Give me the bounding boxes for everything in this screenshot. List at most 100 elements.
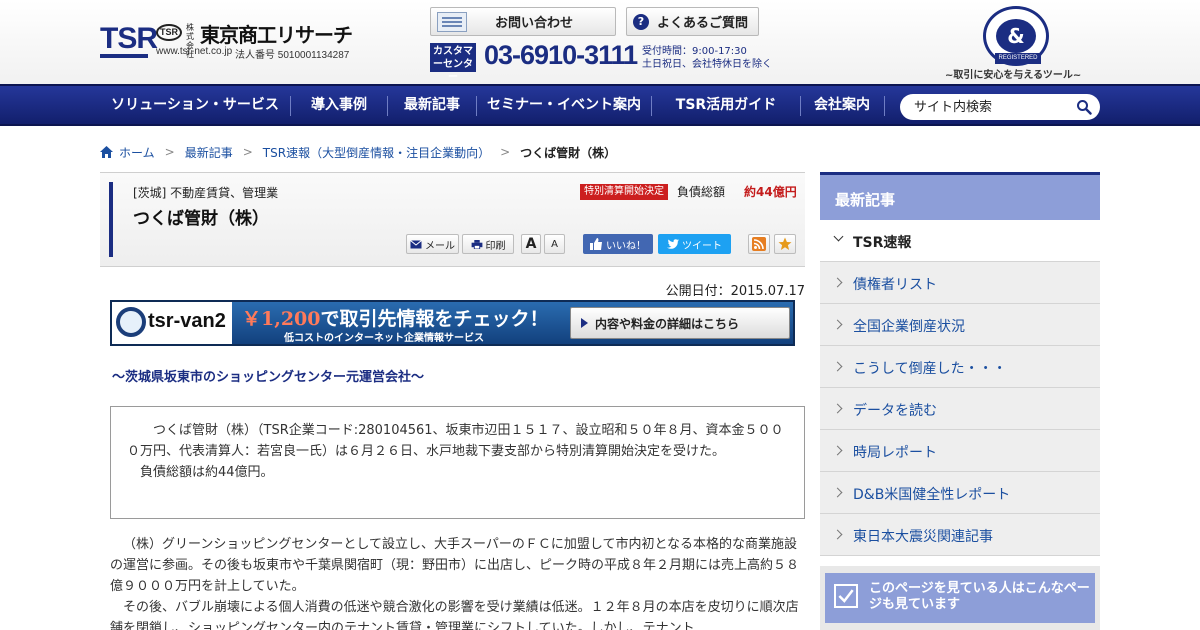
breadcrumb-tsr-flash[interactable]: TSR速報（大型倒産情報・注目企業動向） <box>263 144 490 161</box>
sidebar-item-current-report[interactable]: 時局レポート <box>820 430 1100 472</box>
debt-label: 負債総額 <box>677 185 726 199</box>
favorite-button[interactable] <box>774 234 796 254</box>
sidebar-item-tsr-flash[interactable]: TSR速報 <box>820 220 1100 262</box>
debt-value: 約44億円 <box>744 185 797 199</box>
company-mark: TSR <box>156 24 182 41</box>
nav-tsr-guide[interactable]: TSR活用ガイド <box>652 86 800 124</box>
article-header: [茨城] 不動産賃貸、管理業 つくば管財（株） 特別清算開始決定 負債総額 約4… <box>100 172 805 267</box>
chevron-right-icon: > <box>500 145 511 159</box>
chevron-down-icon <box>833 231 844 242</box>
support-hours: 受付時間：9:00-17:30 土日祝日、会社特休日を除く <box>642 45 772 71</box>
chevron-right-icon <box>832 403 843 414</box>
status-badge: 特別清算開始決定 <box>580 184 668 200</box>
font-size-small-button[interactable]: A <box>544 234 565 254</box>
site-search <box>900 94 1100 120</box>
question-icon: ? <box>633 13 649 30</box>
tsr-van2-globe-icon <box>116 307 146 337</box>
faq-label: よくあるご質問 <box>657 16 749 31</box>
dnb-registered-label: REGISTERED <box>995 53 1041 64</box>
sidebar-item-bankruptcy-status[interactable]: 全国企業倒産状況 <box>820 304 1100 346</box>
company-name[interactable]: 東京商工リサーチ <box>200 19 353 48</box>
customer-center-label: カスタマーセンター <box>430 43 476 83</box>
tsr-van2-logo: tsr-van2 <box>112 302 232 344</box>
published-date: 公開日付：2015.07.17 <box>665 284 805 299</box>
faq-button[interactable]: ? よくあるご質問 <box>626 7 759 36</box>
sidebar-item-label: 東日本大震災関連記事 <box>853 529 993 545</box>
hours-line-1: 受付時間：9:00-17:30 <box>642 46 747 57</box>
tsr-logo[interactable]: TSR <box>100 22 158 56</box>
mail-button[interactable]: メール <box>406 234 459 254</box>
chevron-right-icon: > <box>164 145 175 159</box>
tweet-button[interactable]: ツイート <box>658 234 731 254</box>
search-icon[interactable] <box>1076 99 1092 115</box>
like-label: いいね！ <box>606 240 646 252</box>
chevron-right-icon <box>832 529 843 540</box>
article-lead: ～茨城県坂東市のショッピングセンター元運営会社～ <box>112 370 425 385</box>
sidebar-item-label: D&B米国健全性レポート <box>853 487 1011 503</box>
chevron-right-icon <box>832 277 843 288</box>
mail-icon <box>410 239 422 248</box>
nav-divider <box>884 96 885 116</box>
mail-label: メール <box>425 240 455 252</box>
sidebar-item-label: 債権者リスト <box>853 277 937 293</box>
banner-price: ￥1,200 <box>242 308 321 330</box>
sidebar-title: 最新記事 <box>820 172 1100 220</box>
related-pages-title: このページを見ている人はこんなページも見ています <box>869 581 1090 612</box>
facebook-like-button[interactable]: いいね！ <box>583 234 653 254</box>
article-summary: つくば管財（株）（TSR企業コード:280104561、坂東市辺田１５１７、設立… <box>110 406 805 519</box>
rss-button[interactable] <box>748 234 770 254</box>
banner-subtitle: 低コストのインターネット企業情報サービス <box>284 333 484 344</box>
twitter-icon <box>667 239 679 249</box>
sidebar-item-label: データを読む <box>853 403 937 419</box>
print-icon <box>471 239 482 249</box>
body-paragraph: その後、バブル崩壊による個人消費の低迷や競合激化の影響を受け業績は低迷。１２年８… <box>110 600 799 630</box>
nav-case-studies[interactable]: 導入事例 <box>291 86 387 124</box>
dnb-ampersand: & <box>996 19 1036 53</box>
chevron-right-icon <box>832 361 843 372</box>
chevron-right-icon <box>832 445 843 456</box>
tweet-label: ツイート <box>682 240 722 252</box>
sidebar-item-creditor-list[interactable]: 債権者リスト <box>820 262 1100 304</box>
sidebar-item-dnb-report[interactable]: D&B米国健全性レポート <box>820 472 1100 514</box>
sidebar-item-earthquake[interactable]: 東日本大震災関連記事 <box>820 514 1100 556</box>
nav-solutions[interactable]: ソリューション・サービス <box>100 86 290 124</box>
arrow-right-icon <box>581 318 588 328</box>
chevron-right-icon <box>832 487 843 498</box>
contact-button[interactable]: お問い合わせ <box>430 7 616 36</box>
check-icon <box>834 584 858 608</box>
chevron-right-icon: > <box>242 145 253 159</box>
search-input[interactable] <box>914 98 1064 116</box>
sidebar-item-label: 時局レポート <box>853 445 937 461</box>
hours-line-2: 土日祝日、会社特休日を除く <box>642 59 772 70</box>
article-title: つくば管財（株） <box>133 209 269 229</box>
article-body: （株）グリーンショッピングセンターとして設立し、大手スーパーのＦＣに加盟して市内… <box>110 534 805 630</box>
site-header: TSR TSR 株式会社 東京商工リサーチ www.tsr-net.co.jp … <box>0 0 1200 84</box>
font-size-large-button[interactable]: A <box>521 234 541 254</box>
article-header-accent <box>109 182 113 257</box>
nav-latest-articles[interactable]: 最新記事 <box>388 86 476 124</box>
print-button[interactable]: 印刷 <box>462 234 514 254</box>
sidebar-item-how-it-failed[interactable]: こうして倒産した・・・ <box>820 346 1100 388</box>
sidebar-item-read-data[interactable]: データを読む <box>820 388 1100 430</box>
phone-number[interactable]: 03-6910-3111 <box>484 40 638 71</box>
tsr-van2-banner[interactable]: tsr-van2 ￥1,200で取引先情報をチェック！ 低コストのインターネット… <box>110 300 795 346</box>
contact-label: お問い合わせ <box>495 16 574 31</box>
banner-cta-button[interactable]: 内容や料金の詳細はこちら <box>570 307 790 339</box>
related-pages-box: このページを見ている人はこんなページも見ています <box>820 566 1100 630</box>
body-paragraph: （株）グリーンショッピングセンターとして設立し、大手スーパーのＦＣに加盟して市内… <box>110 537 800 594</box>
banner-headline-text: で取引先情報をチェック！ <box>320 308 549 330</box>
tsr-van2-logo-text: tsr-van2 <box>148 310 226 332</box>
contact-form-icon <box>437 11 467 32</box>
dnb-tagline: ~取引に安心を与えるツール~ <box>945 70 1082 81</box>
print-label: 印刷 <box>485 240 506 252</box>
article-category: [茨城] 不動産賃貸、管理業 <box>133 186 279 200</box>
breadcrumb-home[interactable]: ホーム <box>119 144 155 161</box>
nav-seminars[interactable]: セミナー・イベント案内 <box>477 86 651 124</box>
sidebar-item-label: こうして倒産した・・・ <box>853 361 1007 377</box>
summary-paragraph: つくば管財（株）（TSR企業コード:280104561、坂東市辺田１５１７、設立… <box>127 423 784 459</box>
sidebar-menu: TSR速報 債権者リスト 全国企業倒産状況 こうして倒産した・・・ データを読む… <box>820 220 1100 556</box>
nav-company-info[interactable]: 会社案内 <box>801 86 883 124</box>
breadcrumb-latest-articles[interactable]: 最新記事 <box>185 144 233 161</box>
summary-debt: 負債総額は約44億円。 <box>140 465 274 480</box>
main-navigation: ソリューション・サービス 導入事例 最新記事 セミナー・イベント案内 TSR活用… <box>0 84 1200 126</box>
